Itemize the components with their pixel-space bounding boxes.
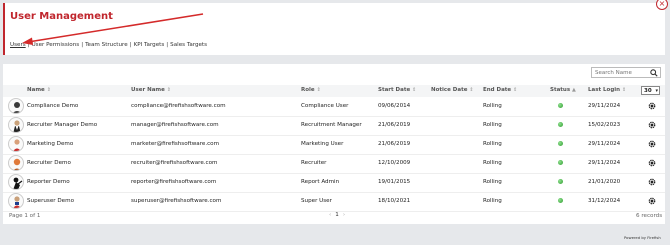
cell-start-date: 18/10/2021 <box>378 198 411 204</box>
gear-icon[interactable] <box>648 197 656 205</box>
cell-name: Compliance Demo <box>27 103 79 109</box>
cell-role: Compliance User <box>301 103 349 109</box>
cell-last-login: 29/11/2024 <box>588 160 621 166</box>
cell-role: Recruitment Manager <box>301 122 362 128</box>
cell-start-date: 21/06/2019 <box>378 122 411 128</box>
cell-end-date: Rolling <box>483 103 502 109</box>
page-title: User Management <box>10 11 113 22</box>
cell-name: Reporter Demo <box>27 179 70 185</box>
avatar <box>8 117 24 133</box>
page-size-select[interactable]: 30 ▾ <box>641 86 660 95</box>
gear-icon[interactable] <box>648 102 656 110</box>
table-row[interactable]: Marketing Demo marketer@firefishsoftware… <box>3 135 665 155</box>
cell-end-date: Rolling <box>483 141 502 147</box>
users-table-panel: Name ⇕ User Name ⇕ Role ⇕ Start Date ⇕ N… <box>3 64 665 224</box>
gear-icon[interactable] <box>648 159 656 167</box>
cell-last-login: 29/11/2024 <box>588 103 621 109</box>
cell-role: Recruiter <box>301 160 327 166</box>
cell-start-date: 09/06/2014 <box>378 103 411 109</box>
cell-last-login: 31/12/2024 <box>588 198 621 204</box>
cell-user-name: manager@firefishsoftware.com <box>131 122 219 128</box>
search-icon[interactable] <box>650 69 658 77</box>
nav-link-users[interactable]: Users <box>10 42 26 48</box>
table-row[interactable]: Compliance Demo compliance@firefishsoftw… <box>3 97 665 117</box>
status-active-icon <box>558 122 563 127</box>
column-header-notice-date[interactable]: Notice Date ⇕ <box>431 87 474 93</box>
table-row[interactable]: Recruiter Manager Demo manager@firefishs… <box>3 116 665 136</box>
gear-icon[interactable] <box>648 140 656 148</box>
cell-end-date: Rolling <box>483 122 502 128</box>
column-header-end-date[interactable]: End Date ⇕ <box>483 87 517 93</box>
chevron-right-icon[interactable]: › <box>339 212 349 218</box>
column-header-start-date[interactable]: Start Date ⇕ <box>378 87 416 93</box>
cell-user-name: superuser@firefishsoftware.com <box>131 198 222 204</box>
nav-link-kpi-targets[interactable]: KPI Targets <box>134 42 165 48</box>
avatar <box>8 174 24 190</box>
cell-last-login: 29/11/2024 <box>588 141 621 147</box>
cell-role: Marketing User <box>301 141 344 147</box>
nav-link-sales-targets[interactable]: Sales Targets <box>170 42 207 48</box>
cell-user-name: compliance@firefishsoftware.com <box>131 103 226 109</box>
column-header-name[interactable]: Name ⇕ <box>27 87 51 93</box>
header-panel: User Management Users | User Permissions | T… <box>3 3 665 55</box>
cell-user-name: reporter@firefishsoftware.com <box>131 179 217 185</box>
column-header-status[interactable]: Status ▲ <box>550 87 576 93</box>
avatar <box>8 155 24 171</box>
page-info: Page 1 of 1 <box>9 213 41 219</box>
cell-end-date: Rolling <box>483 198 502 204</box>
sub-navigation: Users | User Permissions | Team Structure | KP… <box>10 42 208 48</box>
column-header-last-login[interactable]: Last Login ⇕ <box>588 87 626 93</box>
cell-start-date: 12/10/2009 <box>378 160 411 166</box>
cell-user-name: recruiter@firefishsoftware.com <box>131 160 218 166</box>
nav-link-team-structure[interactable]: Team Structure <box>85 42 128 48</box>
cell-start-date: 19/01/2015 <box>378 179 411 185</box>
cell-name: Recruiter Manager Demo <box>27 122 98 128</box>
cell-name: Marketing Demo <box>27 141 74 147</box>
gear-icon[interactable] <box>648 178 656 186</box>
avatar <box>8 98 24 114</box>
cell-name: Recruiter Demo <box>27 160 71 166</box>
cell-end-date: Rolling <box>483 160 502 166</box>
cell-end-date: Rolling <box>483 179 502 185</box>
cell-name: Superuser Demo <box>27 198 74 204</box>
table-row[interactable]: Recruiter Demo recruiter@firefishsoftwar… <box>3 154 665 174</box>
status-active-icon <box>558 103 563 108</box>
gear-icon[interactable] <box>648 121 656 129</box>
status-active-icon <box>558 179 563 184</box>
search-field[interactable] <box>591 67 661 78</box>
chevron-left-icon[interactable]: ‹ <box>325 212 335 218</box>
table-row[interactable]: Superuser Demo superuser@firefishsoftwar… <box>3 192 665 212</box>
table-header: Name ⇕ User Name ⇕ Role ⇕ Start Date ⇕ N… <box>3 85 665 97</box>
record-count: 6 records <box>636 213 663 219</box>
close-icon[interactable]: × <box>656 0 668 10</box>
status-active-icon <box>558 141 563 146</box>
cell-user-name: marketer@firefishsoftware.com <box>131 141 220 147</box>
status-active-icon <box>558 198 563 203</box>
column-header-role[interactable]: Role ⇕ <box>301 87 321 93</box>
search-input[interactable] <box>592 68 649 77</box>
table-row[interactable]: Reporter Demo reporter@firefishsoftware.… <box>3 173 665 193</box>
chevron-down-icon: ▾ <box>655 88 658 94</box>
avatar <box>8 136 24 152</box>
cell-last-login: 15/02/2023 <box>588 122 621 128</box>
powered-by: Powered by Firefish <box>624 235 661 240</box>
column-header-user-name[interactable]: User Name ⇕ <box>131 87 171 93</box>
cell-role: Super User <box>301 198 332 204</box>
cell-role: Report Admin <box>301 179 340 185</box>
pagination: ‹ 1 › <box>325 212 349 218</box>
nav-link-user-permissions[interactable]: User Permissions <box>32 42 80 48</box>
cell-last-login: 21/01/2020 <box>588 179 621 185</box>
cell-start-date: 21/06/2019 <box>378 141 411 147</box>
avatar <box>8 193 24 209</box>
status-active-icon <box>558 160 563 165</box>
